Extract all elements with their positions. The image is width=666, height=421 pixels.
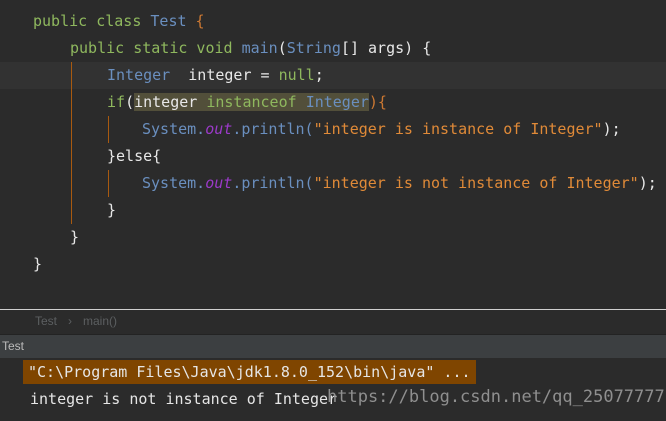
breadcrumb-separator: › [68,314,72,328]
code-line: public class Test { [33,12,205,30]
breadcrumb: Test › main() [0,310,666,333]
code-line: if(integer instanceof Integer){ [107,93,387,111]
code-line: System.out.println("integer is instance … [142,120,621,138]
breadcrumb-method[interactable]: main() [83,310,117,333]
code-editor[interactable]: public class Test { public static void m… [0,0,666,309]
indent-guide [108,116,109,143]
code-line: public static void main(String[] args) { [70,39,432,57]
run-panel-header: Test [0,334,666,359]
code-line: }else{ [107,147,162,165]
console-output-line: integer is not instance of Integer [30,390,338,408]
watermark: https://blog.csdn.net/qq_25077777 [327,387,665,407]
code-line: System.out.println("integer is not insta… [142,174,657,192]
console-command: "C:\Program Files\Java\jdk1.8.0_152\bin\… [23,360,476,384]
indent-guide [71,62,72,224]
code-line: } [70,228,80,246]
code-line: Integer integer = null; [107,66,324,84]
breadcrumb-class[interactable]: Test [35,310,57,333]
run-tab-title[interactable]: Test [2,335,24,358]
indent-guide [108,170,109,197]
code-line: } [33,255,43,273]
code-line: } [107,201,117,219]
current-line-highlight [0,62,666,89]
